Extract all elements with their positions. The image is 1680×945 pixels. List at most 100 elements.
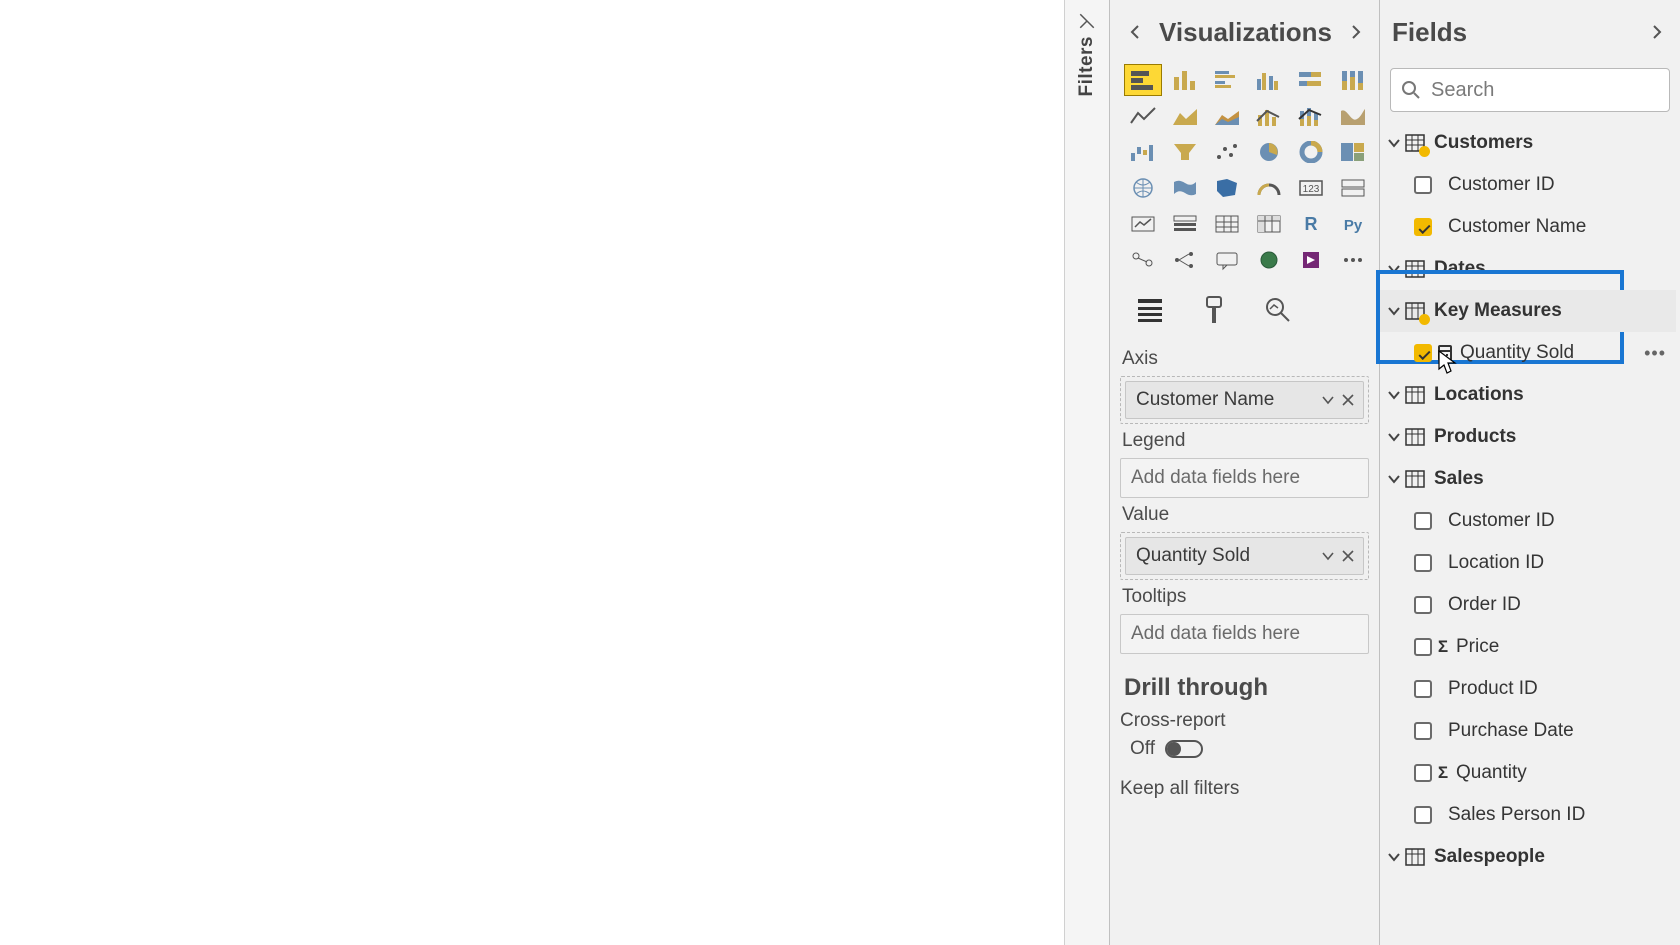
multi-row-card-icon[interactable]	[1334, 172, 1372, 204]
keep-all-filters-label: Keep all filters	[1110, 778, 1379, 806]
field-sales-purchase-date[interactable]: Purchase Date	[1380, 710, 1676, 752]
field-more-icon[interactable]: •••	[1644, 343, 1666, 364]
axis-field-name: Customer Name	[1136, 389, 1274, 411]
field-customer-id[interactable]: Customer ID	[1380, 164, 1676, 206]
table-sales[interactable]: Sales	[1380, 458, 1676, 500]
pie-chart-icon[interactable]	[1250, 136, 1288, 168]
table-locations[interactable]: Locations	[1380, 374, 1676, 416]
kpi-icon[interactable]	[1124, 208, 1162, 240]
scatter-chart-icon[interactable]	[1208, 136, 1246, 168]
hundred-stacked-bar-icon[interactable]	[1292, 64, 1330, 96]
stacked-column-chart-icon[interactable]	[1166, 64, 1204, 96]
qa-visual-icon[interactable]	[1208, 244, 1246, 276]
field-sales-price[interactable]: ΣPrice	[1380, 626, 1676, 668]
visualizations-title: Visualizations	[1159, 17, 1332, 48]
line-clustered-column-icon[interactable]	[1250, 100, 1288, 132]
table-salespeople[interactable]: Salespeople	[1380, 836, 1676, 878]
visualization-gallery: 123 R Py	[1110, 64, 1379, 284]
funnel-chart-icon[interactable]	[1166, 136, 1204, 168]
checkbox-checked[interactable]	[1414, 344, 1432, 362]
tooltips-well[interactable]: Add data fields here	[1120, 614, 1369, 654]
python-visual-icon[interactable]: Py	[1334, 208, 1372, 240]
slicer-icon[interactable]	[1166, 208, 1204, 240]
value-field-name: Quantity Sold	[1136, 545, 1250, 567]
arcgis-map-icon[interactable]	[1250, 244, 1288, 276]
line-stacked-column-icon[interactable]	[1292, 100, 1330, 132]
checkbox-checked[interactable]	[1414, 218, 1432, 236]
table-customers-label: Customers	[1434, 132, 1533, 154]
chevron-down-icon[interactable]	[1321, 393, 1335, 407]
more-visuals-icon[interactable]	[1334, 244, 1372, 276]
cross-report-toggle[interactable]	[1165, 740, 1203, 758]
cross-report-state: Off	[1130, 738, 1155, 760]
map-icon[interactable]	[1124, 172, 1162, 204]
matrix-icon[interactable]	[1250, 208, 1288, 240]
svg-text:R: R	[1305, 214, 1318, 234]
checkbox[interactable]	[1414, 176, 1432, 194]
filters-collapse-icon	[1078, 12, 1096, 30]
fields-title: Fields	[1392, 17, 1467, 48]
cursor-icon	[1438, 350, 1458, 376]
key-influencers-icon[interactable]	[1124, 244, 1162, 276]
search-placeholder: Search	[1431, 79, 1494, 102]
legend-well-label: Legend	[1122, 430, 1369, 452]
r-visual-icon[interactable]: R	[1292, 208, 1330, 240]
visualizations-pane: Visualizations 123	[1110, 0, 1380, 945]
table-icon[interactable]	[1208, 208, 1246, 240]
viz-collapse-right[interactable]	[1341, 18, 1369, 46]
report-canvas[interactable]	[0, 0, 1065, 945]
waterfall-chart-icon[interactable]	[1124, 136, 1162, 168]
remove-field-icon[interactable]	[1341, 549, 1355, 563]
axis-field-chip[interactable]: Customer Name	[1125, 381, 1364, 419]
field-sales-customer-id[interactable]: Customer ID	[1380, 500, 1676, 542]
value-well-label: Value	[1122, 504, 1369, 526]
powerapps-visual-icon[interactable]	[1292, 244, 1330, 276]
analytics-mode-icon[interactable]	[1260, 292, 1296, 328]
format-mode-icon[interactable]	[1196, 292, 1232, 328]
svg-text:123: 123	[1303, 184, 1320, 195]
area-chart-icon[interactable]	[1166, 100, 1204, 132]
field-sales-product-id[interactable]: Product ID	[1380, 668, 1676, 710]
stacked-area-chart-icon[interactable]	[1208, 100, 1246, 132]
clustered-bar-chart-icon[interactable]	[1208, 64, 1246, 96]
filled-map-icon[interactable]	[1166, 172, 1204, 204]
donut-chart-icon[interactable]	[1292, 136, 1330, 168]
line-chart-icon[interactable]	[1124, 100, 1162, 132]
card-icon[interactable]: 123	[1292, 172, 1330, 204]
drill-through-heading: Drill through	[1110, 660, 1379, 710]
remove-field-icon[interactable]	[1341, 393, 1355, 407]
viz-collapse-left[interactable]	[1122, 18, 1150, 46]
decomposition-tree-icon[interactable]	[1166, 244, 1204, 276]
filters-pane-collapsed[interactable]: Filters	[1065, 0, 1110, 945]
fields-mode-icon[interactable]	[1132, 292, 1168, 328]
cross-report-label: Cross-report	[1110, 710, 1379, 738]
field-customer-name[interactable]: Customer Name	[1380, 206, 1676, 248]
chevron-down-icon[interactable]	[1321, 549, 1335, 563]
value-field-chip[interactable]: Quantity Sold	[1125, 537, 1364, 575]
fields-collapse-right[interactable]	[1642, 18, 1670, 46]
ribbon-chart-icon[interactable]	[1334, 100, 1372, 132]
sigma-icon: Σ	[1434, 637, 1452, 657]
table-products[interactable]: Products	[1380, 416, 1676, 458]
field-sales-salesperson-id[interactable]: Sales Person ID	[1380, 794, 1676, 836]
svg-text:Py: Py	[1344, 217, 1363, 234]
treemap-icon[interactable]	[1334, 136, 1372, 168]
table-key-measures[interactable]: Key Measures	[1380, 290, 1676, 332]
stacked-bar-chart-icon[interactable]	[1124, 64, 1162, 96]
fields-search-input[interactable]: Search	[1390, 68, 1670, 112]
search-icon	[1401, 80, 1421, 100]
table-dates[interactable]: Dates	[1380, 248, 1676, 290]
field-sales-location-id[interactable]: Location ID	[1380, 542, 1676, 584]
table-customers[interactable]: Customers	[1380, 122, 1676, 164]
gauge-icon[interactable]	[1250, 172, 1288, 204]
filters-label: Filters	[1076, 36, 1098, 97]
fields-pane: Fields Search Customers Customer ID Cust…	[1380, 0, 1680, 945]
clustered-column-chart-icon[interactable]	[1250, 64, 1288, 96]
shape-map-icon[interactable]	[1208, 172, 1246, 204]
field-sales-quantity[interactable]: ΣQuantity	[1380, 752, 1676, 794]
legend-well[interactable]: Add data fields here	[1120, 458, 1369, 498]
field-sales-order-id[interactable]: Order ID	[1380, 584, 1676, 626]
hundred-stacked-column-icon[interactable]	[1334, 64, 1372, 96]
sigma-icon: Σ	[1434, 763, 1452, 783]
field-quantity-sold[interactable]: Quantity Sold •••	[1380, 332, 1676, 374]
